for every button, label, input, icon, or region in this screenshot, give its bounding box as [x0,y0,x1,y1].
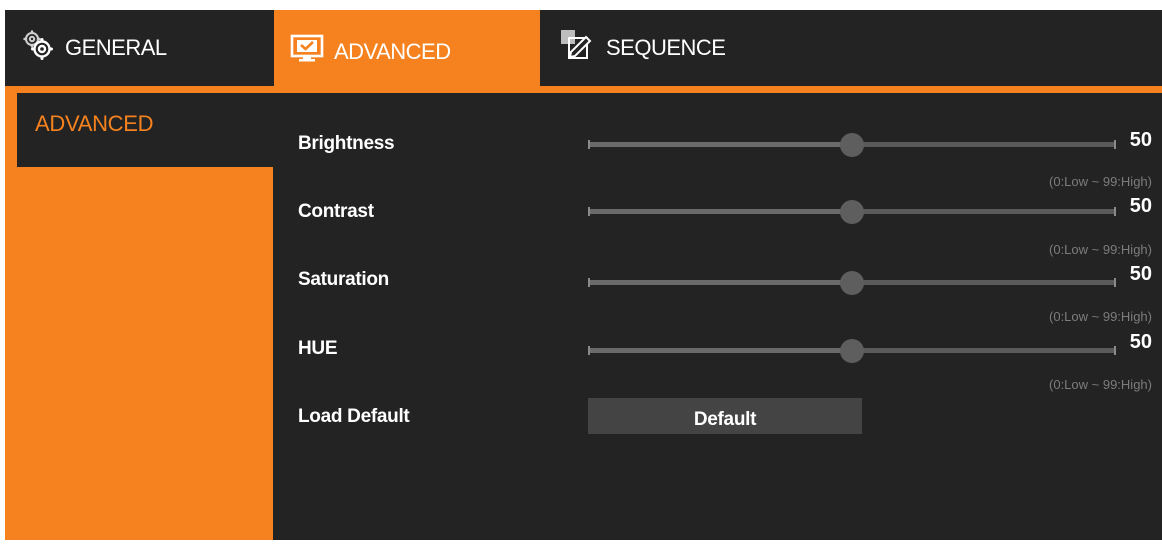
sequence-edit-icon [558,28,594,68]
slider-fill [588,142,852,147]
slider-thumb[interactable] [840,200,864,224]
tab-underline [5,86,1162,93]
hue-row: HUE 50 (0:Low ~ 99:High) [273,294,1162,392]
saturation-value: 50 [1129,263,1152,285]
brightness-label: Brightness [298,133,395,154]
gears-icon [23,30,53,66]
hue-label: HUE [298,338,338,359]
tab-general[interactable]: GENERAL [23,10,263,86]
sidebar-item-advanced[interactable]: ADVANCED [17,93,273,167]
settings-window: GENERAL ADVANCED SEQUENCE ADVANCED Brigh… [5,10,1162,540]
slider-fill [588,209,852,214]
default-button-label: Default [693,409,757,430]
slider-endcap [1114,346,1116,355]
hue-slider[interactable] [588,339,1116,363]
tab-sequence-label: SEQUENCE [606,35,726,60]
slider-endcap [588,140,590,149]
slider-endcap [1114,140,1116,149]
slider-thumb[interactable] [840,271,864,295]
sidebar-item-label: ADVANCED [35,111,154,136]
load-default-label: Load Default [298,406,410,427]
contrast-value: 50 [1129,195,1152,217]
saturation-slider[interactable] [588,271,1116,295]
slider-thumb[interactable] [840,339,864,363]
hue-value: 50 [1129,331,1152,353]
slider-fill [588,280,852,285]
tab-bar: GENERAL ADVANCED SEQUENCE [5,10,1162,86]
tab-general-label: GENERAL [65,35,167,60]
slider-endcap [1114,278,1116,287]
monitor-check-icon [290,34,324,70]
brightness-slider[interactable] [588,133,1116,157]
slider-fill [588,348,852,353]
tab-sequence[interactable]: SEQUENCE [558,10,798,86]
slider-thumb[interactable] [840,133,864,157]
contrast-row: Contrast 50 (0:Low ~ 99:High) [273,160,1162,257]
brightness-value: 50 [1129,129,1152,151]
default-button[interactable]: Default [588,398,862,434]
contrast-slider[interactable] [588,200,1116,224]
sidebar: ADVANCED [5,93,273,540]
tab-advanced-label: ADVANCED [334,39,451,64]
saturation-row: Saturation 50 (0:Low ~ 99:High) [273,227,1162,324]
slider-endcap [588,278,590,287]
tab-advanced[interactable]: ADVANCED [274,10,540,86]
slider-endcap [588,346,590,355]
slider-endcap [588,207,590,216]
contrast-label: Contrast [298,201,374,222]
saturation-label: Saturation [298,269,389,290]
brightness-row: Brightness 50 (0:Low ~ 99:High) [273,93,1162,189]
slider-endcap [1114,207,1116,216]
load-default-row: Load Default Default [273,361,1162,441]
